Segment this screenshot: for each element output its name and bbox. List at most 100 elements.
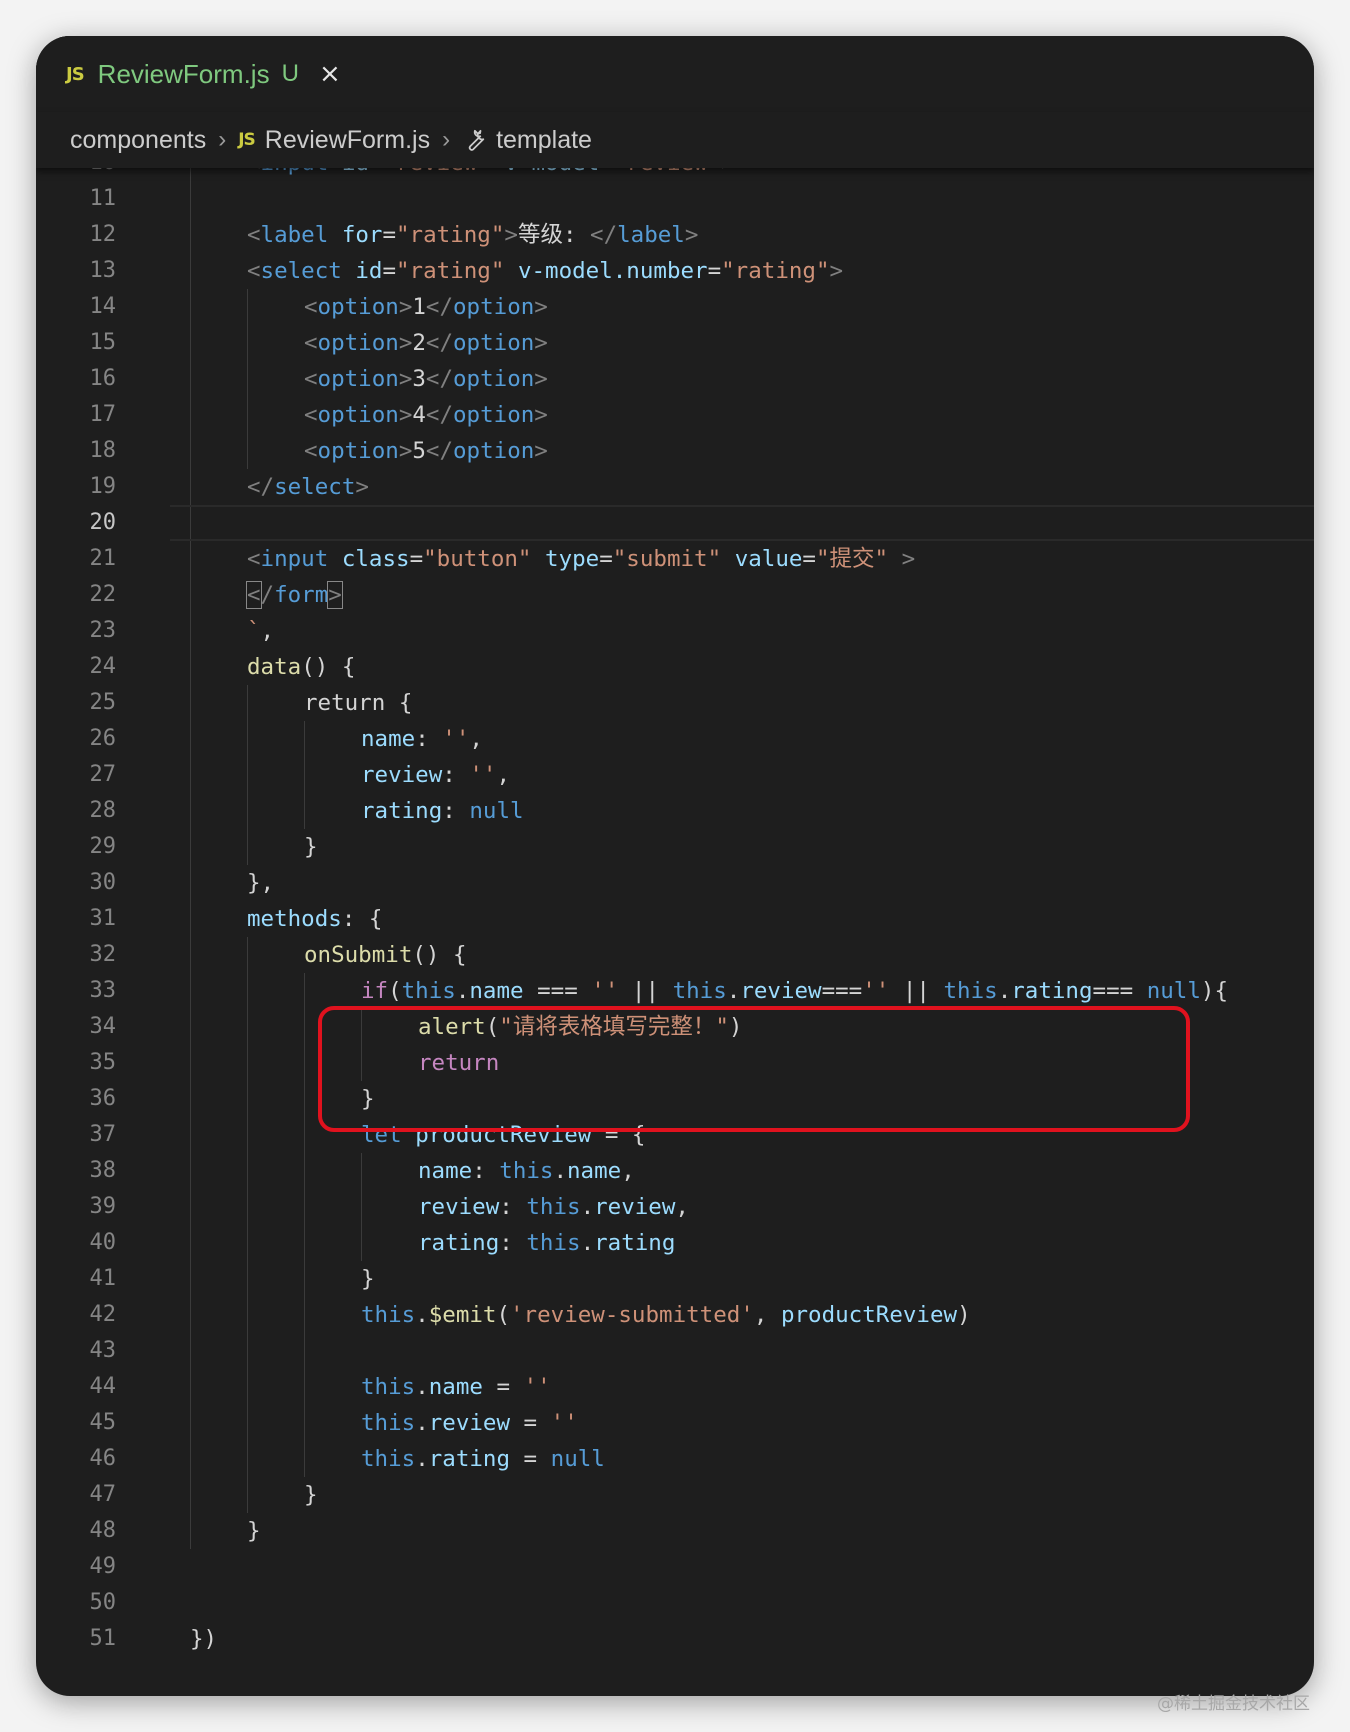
code-line[interactable]: 11 bbox=[36, 181, 1314, 217]
code-line[interactable]: 32 onSubmit() { bbox=[36, 937, 1314, 973]
code-token: '' bbox=[523, 1374, 551, 1400]
code-line[interactable]: 33 if(this.name === '' || this.review==='… bbox=[36, 973, 1314, 1009]
code-line[interactable]: 18 <option>5</option> bbox=[36, 433, 1314, 469]
code-token: 4 bbox=[412, 402, 426, 428]
tab-git-status: U bbox=[281, 60, 299, 87]
code-line[interactable]: 51}) bbox=[36, 1621, 1314, 1657]
code-token: < bbox=[304, 294, 318, 320]
code-line[interactable]: 22 </form> bbox=[36, 577, 1314, 613]
code-line[interactable]: 42 this.$emit('review-submitted', product… bbox=[36, 1297, 1314, 1333]
code-token: methods bbox=[247, 906, 342, 932]
indent-guide bbox=[190, 217, 191, 253]
indent-guide bbox=[190, 1009, 191, 1045]
code-token: > bbox=[721, 168, 735, 176]
indent-guide bbox=[190, 757, 191, 793]
code-line[interactable]: 21 <input class="button" type="submit" va… bbox=[36, 541, 1314, 577]
code-line[interactable]: 27 review: '', bbox=[36, 757, 1314, 793]
line-number: 18 bbox=[89, 438, 117, 463]
code-line[interactable]: 35 return bbox=[36, 1045, 1314, 1081]
code-line[interactable]: 44 this.name = '' bbox=[36, 1369, 1314, 1405]
indent-guide bbox=[247, 1297, 248, 1333]
code-line[interactable]: 43 bbox=[36, 1333, 1314, 1369]
code-line[interactable]: 29} bbox=[36, 829, 1314, 865]
code-token: ` bbox=[247, 618, 261, 644]
code-token: '' bbox=[550, 1410, 578, 1436]
code-token: type bbox=[545, 546, 600, 572]
indent-guide bbox=[190, 685, 191, 721]
indent-guide bbox=[247, 1045, 248, 1081]
code-line[interactable]: 20 bbox=[36, 505, 1314, 541]
indent-guide bbox=[190, 289, 191, 325]
code-token: = bbox=[482, 1374, 524, 1400]
code-token: ( bbox=[388, 978, 402, 1004]
code-token: "rating" bbox=[721, 258, 830, 284]
breadcrumb-file[interactable]: ReviewForm.js bbox=[265, 126, 430, 155]
indent-guide bbox=[304, 1441, 305, 1477]
code-line[interactable]: 17 <option>4</option> bbox=[36, 397, 1314, 433]
code-line[interactable]: 24 data() { bbox=[36, 649, 1314, 685]
code-line[interactable]: 48} bbox=[36, 1513, 1314, 1549]
line-number: 37 bbox=[89, 1122, 117, 1147]
close-icon[interactable]: × bbox=[319, 61, 341, 87]
code-token: this bbox=[672, 978, 727, 1004]
code-line[interactable]: 47} bbox=[36, 1477, 1314, 1513]
code-line[interactable]: 38 name: this.name, bbox=[36, 1153, 1314, 1189]
indent-guide bbox=[247, 397, 248, 433]
code-line[interactable]: 26 name: '', bbox=[36, 721, 1314, 757]
code-line[interactable]: 19 </select> bbox=[36, 469, 1314, 505]
code-text: this.review = '' bbox=[361, 1405, 578, 1441]
indent-guide bbox=[247, 1261, 248, 1297]
code-line[interactable]: 50 bbox=[36, 1585, 1314, 1621]
code-token: "rating" bbox=[396, 222, 505, 248]
code-line[interactable]: 46 this.rating = null bbox=[36, 1441, 1314, 1477]
code-line[interactable]: 30}, bbox=[36, 865, 1314, 901]
code-token: </ bbox=[425, 330, 454, 356]
line-number: 15 bbox=[89, 330, 117, 355]
code-token: > bbox=[398, 402, 413, 428]
code-editor[interactable]: 10<input id="review" v-model="review">11… bbox=[36, 168, 1314, 1696]
code-line[interactable]: 36} bbox=[36, 1081, 1314, 1117]
code-token: "review" bbox=[382, 168, 490, 176]
breadcrumb-symbol[interactable]: template bbox=[496, 126, 592, 155]
code-token: = { bbox=[591, 1122, 646, 1148]
code-line[interactable]: 45 this.review = '' bbox=[36, 1405, 1314, 1441]
code-token: rating bbox=[1011, 978, 1093, 1004]
tab-reviewform[interactable]: JS ReviewForm.js U × bbox=[36, 36, 365, 112]
code-token: review bbox=[594, 1194, 676, 1220]
code-token: = bbox=[382, 222, 397, 248]
code-token: v-model.number bbox=[517, 258, 708, 284]
code-line[interactable]: 13 <select id="rating" v-model.number="ra… bbox=[36, 253, 1314, 289]
code-line[interactable]: 14 <option>1</option> bbox=[36, 289, 1314, 325]
code-line[interactable]: 15 <option>2</option> bbox=[36, 325, 1314, 361]
code-line[interactable]: 37 let productReview = { bbox=[36, 1117, 1314, 1153]
code-text: } bbox=[361, 1081, 375, 1117]
code-line[interactable]: 49 bbox=[36, 1549, 1314, 1585]
code-text: } bbox=[304, 829, 318, 865]
code-token: label bbox=[260, 222, 329, 248]
code-text: </form> bbox=[246, 577, 343, 613]
code-line[interactable]: 25 return { bbox=[36, 685, 1314, 721]
code-line[interactable]: 39 review: this.review, bbox=[36, 1189, 1314, 1225]
line-number: 11 bbox=[89, 186, 117, 211]
breadcrumb-folder[interactable]: components bbox=[70, 126, 206, 155]
indent-guide bbox=[361, 1225, 362, 1261]
code-line[interactable]: 16 <option>3</option> bbox=[36, 361, 1314, 397]
code-line[interactable]: 41} bbox=[36, 1261, 1314, 1297]
code-line[interactable]: 10<input id="review" v-model="review"> bbox=[36, 168, 1314, 181]
code-line[interactable]: 34 alert("请将表格填写完整！") bbox=[36, 1009, 1314, 1045]
code-line[interactable]: 12 <label for="rating">等级: </label> bbox=[36, 217, 1314, 253]
code-line[interactable]: 28 rating: null bbox=[36, 793, 1314, 829]
line-number: 19 bbox=[89, 474, 117, 499]
code-line[interactable]: 31 methods: { bbox=[36, 901, 1314, 937]
code-text: alert("请将表格填写完整！") bbox=[418, 1009, 742, 1045]
code-token: this bbox=[499, 1158, 554, 1184]
code-token: rating bbox=[594, 1230, 676, 1256]
code-token: option bbox=[453, 438, 535, 464]
code-line[interactable]: 40 rating: this.rating bbox=[36, 1225, 1314, 1261]
code-token: review bbox=[418, 1194, 500, 1220]
code-line[interactable]: 23 `, bbox=[36, 613, 1314, 649]
code-token: > bbox=[398, 330, 413, 356]
indent-guide bbox=[190, 1441, 191, 1477]
